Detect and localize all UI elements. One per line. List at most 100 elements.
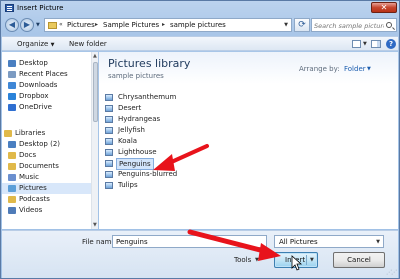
- file-item-desert[interactable]: Desert: [105, 103, 245, 114]
- nav-item-recent-places[interactable]: Recent Places: [2, 69, 94, 80]
- nav-item-label: Desktop (2): [19, 140, 61, 148]
- image-file-icon: [105, 138, 113, 145]
- breadcrumb-sample-pictures-folder[interactable]: sample pictures: [170, 21, 226, 29]
- tools-button[interactable]: Tools: [234, 256, 251, 264]
- image-file-icon: [105, 160, 113, 167]
- nav-item-dropbox[interactable]: Dropbox: [2, 91, 94, 102]
- nav-item-label: Recent Places: [19, 70, 68, 78]
- file-item-jellyfish[interactable]: Jellyfish: [105, 125, 245, 136]
- dialog-footer: File name: All Pictures ▼ Tools ▼ Insert…: [2, 230, 398, 278]
- file-item-lighthouse[interactable]: Lighthouse: [105, 147, 245, 158]
- music-icon: [8, 174, 16, 181]
- scrollbar-thumb[interactable]: [93, 62, 98, 122]
- history-chevron-icon[interactable]: «: [59, 21, 63, 28]
- change-view-icon[interactable]: [352, 40, 361, 48]
- organize-dropdown-icon: ▼: [50, 42, 55, 48]
- nav-item-label: Downloads: [19, 81, 58, 89]
- nav-item-label: Podcasts: [19, 195, 50, 203]
- address-dropdown-icon[interactable]: ▼: [284, 22, 288, 28]
- dropbox-icon: [8, 93, 16, 100]
- nav-item-videos[interactable]: Videos: [2, 205, 94, 216]
- arrange-by-dropdown[interactable]: Folder: [344, 65, 366, 73]
- resize-grip-icon[interactable]: ⋰⋰: [386, 269, 397, 276]
- new-folder-button[interactable]: New folder: [69, 40, 107, 48]
- organize-button[interactable]: Organize ▼: [17, 40, 54, 48]
- nav-item-podcasts[interactable]: Podcasts: [2, 194, 94, 205]
- nav-item-label: Docs: [19, 151, 37, 159]
- insert-dropdown-icon[interactable]: ▼: [310, 257, 314, 263]
- nav-item-label: Pictures: [19, 184, 47, 192]
- insert-button[interactable]: Insert ▼: [274, 252, 318, 268]
- forward-button[interactable]: ▶: [20, 18, 34, 32]
- nav-item-desktop-2[interactable]: Desktop (2): [2, 139, 94, 150]
- file-name: Chrysanthemum: [118, 93, 177, 101]
- breadcrumb-separator-icon[interactable]: ▸: [95, 21, 98, 28]
- view-dropdown-icon[interactable]: ▼: [363, 41, 367, 47]
- nav-item-label: OneDrive: [19, 103, 52, 111]
- image-file-icon: [105, 94, 113, 101]
- back-button[interactable]: ◀: [5, 18, 19, 32]
- documents-icon: [8, 163, 16, 170]
- desktop-icon: [8, 141, 16, 148]
- library-title: Pictures library: [108, 57, 191, 70]
- file-item-chrysanthemum[interactable]: Chrysanthemum: [105, 92, 245, 103]
- nav-item-libraries[interactable]: Libraries: [2, 128, 94, 139]
- insert-label: Insert: [285, 256, 306, 264]
- file-item-hydrangeas[interactable]: Hydrangeas: [105, 114, 245, 125]
- file-name: Jellyfish: [118, 126, 145, 134]
- address-row: ◀ ▶ ▼ « Pictures ▸ Sample Pictures ▸ sam…: [3, 16, 399, 34]
- cancel-button[interactable]: Cancel: [333, 252, 385, 268]
- nav-item-downloads[interactable]: Downloads: [2, 80, 94, 91]
- window-title: Insert Picture: [17, 4, 64, 12]
- file-item-koala[interactable]: Koala: [105, 136, 245, 147]
- file-name: Lighthouse: [118, 148, 157, 156]
- file-type-filter-dropdown[interactable]: All Pictures ▼: [274, 235, 384, 248]
- recent-locations-chevron-icon[interactable]: ▼: [36, 22, 40, 28]
- file-name: Tulips: [118, 181, 138, 189]
- help-icon[interactable]: ?: [386, 39, 396, 49]
- address-bar[interactable]: « Pictures ▸ Sample Pictures ▸ sample pi…: [44, 18, 292, 32]
- nav-item-music[interactable]: Music: [2, 172, 94, 183]
- insert-picture-dialog: Insert Picture ✕ ◀ ▶ ▼ « Pictures ▸ Samp…: [0, 0, 400, 279]
- arrange-dropdown-icon[interactable]: ▼: [367, 66, 371, 72]
- navigation-pane: Desktop Recent Places Downloads Dropbox …: [2, 52, 98, 229]
- file-item-penguins[interactable]: Penguins: [105, 158, 245, 170]
- search-icon[interactable]: [386, 22, 392, 28]
- breadcrumb-pictures[interactable]: Pictures: [67, 21, 95, 29]
- word-app-icon: [5, 4, 14, 12]
- image-file-icon: [105, 105, 113, 112]
- insert-split-divider: [306, 255, 307, 265]
- file-name: Desert: [118, 104, 142, 112]
- image-file-icon: [105, 149, 113, 156]
- file-item-penguins-blurred[interactable]: Penguins-blurred: [105, 169, 245, 180]
- file-name-input[interactable]: [112, 235, 267, 248]
- tools-dropdown-icon[interactable]: ▼: [255, 257, 259, 263]
- arrange-by-label: Arrange by:: [299, 65, 340, 73]
- scroll-up-icon[interactable]: ▲: [93, 53, 97, 59]
- file-item-tulips[interactable]: Tulips: [105, 180, 245, 191]
- command-toolbar: Organize ▼ New folder ▼ ?: [2, 36, 398, 51]
- downloads-icon: [8, 82, 16, 89]
- nav-item-label: Documents: [19, 162, 59, 170]
- file-list-pane: Pictures library sample pictures Arrange…: [99, 52, 398, 229]
- breadcrumb-sample-pictures[interactable]: Sample Pictures: [103, 21, 159, 29]
- file-name: Koala: [118, 137, 138, 145]
- image-file-icon: [105, 182, 113, 189]
- scroll-down-icon[interactable]: ▼: [93, 222, 97, 228]
- breadcrumb-separator-icon[interactable]: ▸: [162, 21, 165, 28]
- nav-item-documents[interactable]: Documents: [2, 161, 94, 172]
- refresh-button[interactable]: ⟳: [294, 18, 310, 32]
- file-name: Hydrangeas: [118, 115, 161, 123]
- folder-icon: [48, 22, 57, 29]
- onedrive-icon: [8, 104, 16, 111]
- close-button[interactable]: ✕: [371, 2, 397, 13]
- nav-item-onedrive[interactable]: OneDrive: [2, 102, 94, 113]
- nav-item-pictures[interactable]: Pictures: [2, 183, 94, 194]
- nav-item-desktop[interactable]: Desktop: [2, 58, 94, 69]
- nav-pane-scrollbar[interactable]: ▲ ▼: [91, 52, 98, 229]
- image-file-icon: [105, 116, 113, 123]
- nav-item-docs[interactable]: Docs: [2, 150, 94, 161]
- preview-pane-icon[interactable]: [371, 40, 381, 48]
- library-subtitle: sample pictures: [108, 72, 164, 80]
- search-input[interactable]: [314, 20, 384, 31]
